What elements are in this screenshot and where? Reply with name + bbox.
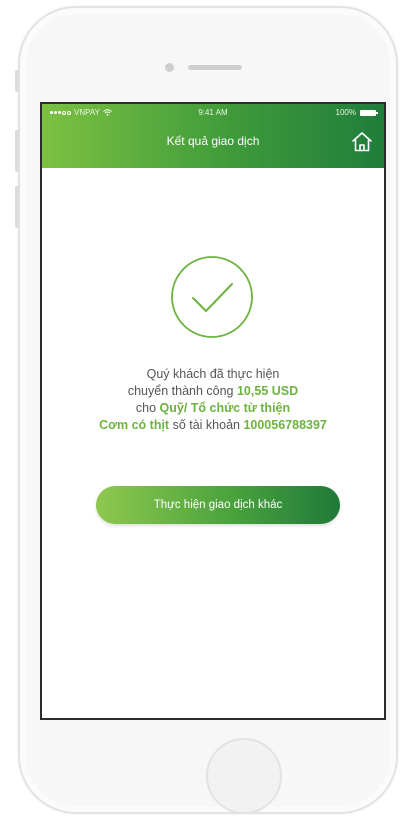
status-time: 9:41 AM [198,108,228,117]
result-line-4: Cơm có thịt số tài khoản 100056788397 [42,417,384,434]
device-home-button[interactable] [206,738,282,814]
earpiece-speaker [188,65,242,70]
account-number: 100056788397 [243,418,327,432]
battery-icon [360,109,378,116]
recipient-name: Cơm có thịt [99,418,170,432]
front-camera [165,63,174,72]
page: VNPAY 9:41 AM 100% Kết quả giao dịch Quý… [0,0,400,821]
transfer-amount: 10,55 USD [236,384,299,398]
result-line-2: chuyển thành công 10,55 USD [42,383,384,400]
checkmark-circle-icon [171,256,253,338]
result-message: Quý khách đã thực hiện chuyển thành công… [42,366,384,434]
app-header: VNPAY 9:41 AM 100% Kết quả giao dịch [42,104,384,168]
battery-percent: 100% [335,108,356,117]
account-label: số tài khoản [169,418,244,432]
new-transaction-button[interactable]: Thực hiện giao dịch khác [96,486,340,524]
volume-down-button [15,186,19,228]
status-battery-group: 100% [335,108,378,117]
recipient-type: Quỹ/ Tổ chức từ thiện [159,401,291,415]
result-line-1: Quý khách đã thực hiện [146,367,280,381]
page-title: Kết quả giao dịch [166,134,260,148]
result-line-2-prefix: chuyển thành công [127,384,237,398]
screen: VNPAY 9:41 AM 100% Kết quả giao dịch Quý… [40,102,386,720]
mute-switch [15,70,19,92]
home-icon[interactable] [350,130,374,154]
status-bar: VNPAY 9:41 AM 100% [42,108,384,122]
result-line-3-prefix: cho [135,401,160,415]
result-line-3: cho Quỹ/ Tổ chức từ thiện [42,400,384,417]
volume-up-button [15,130,19,172]
